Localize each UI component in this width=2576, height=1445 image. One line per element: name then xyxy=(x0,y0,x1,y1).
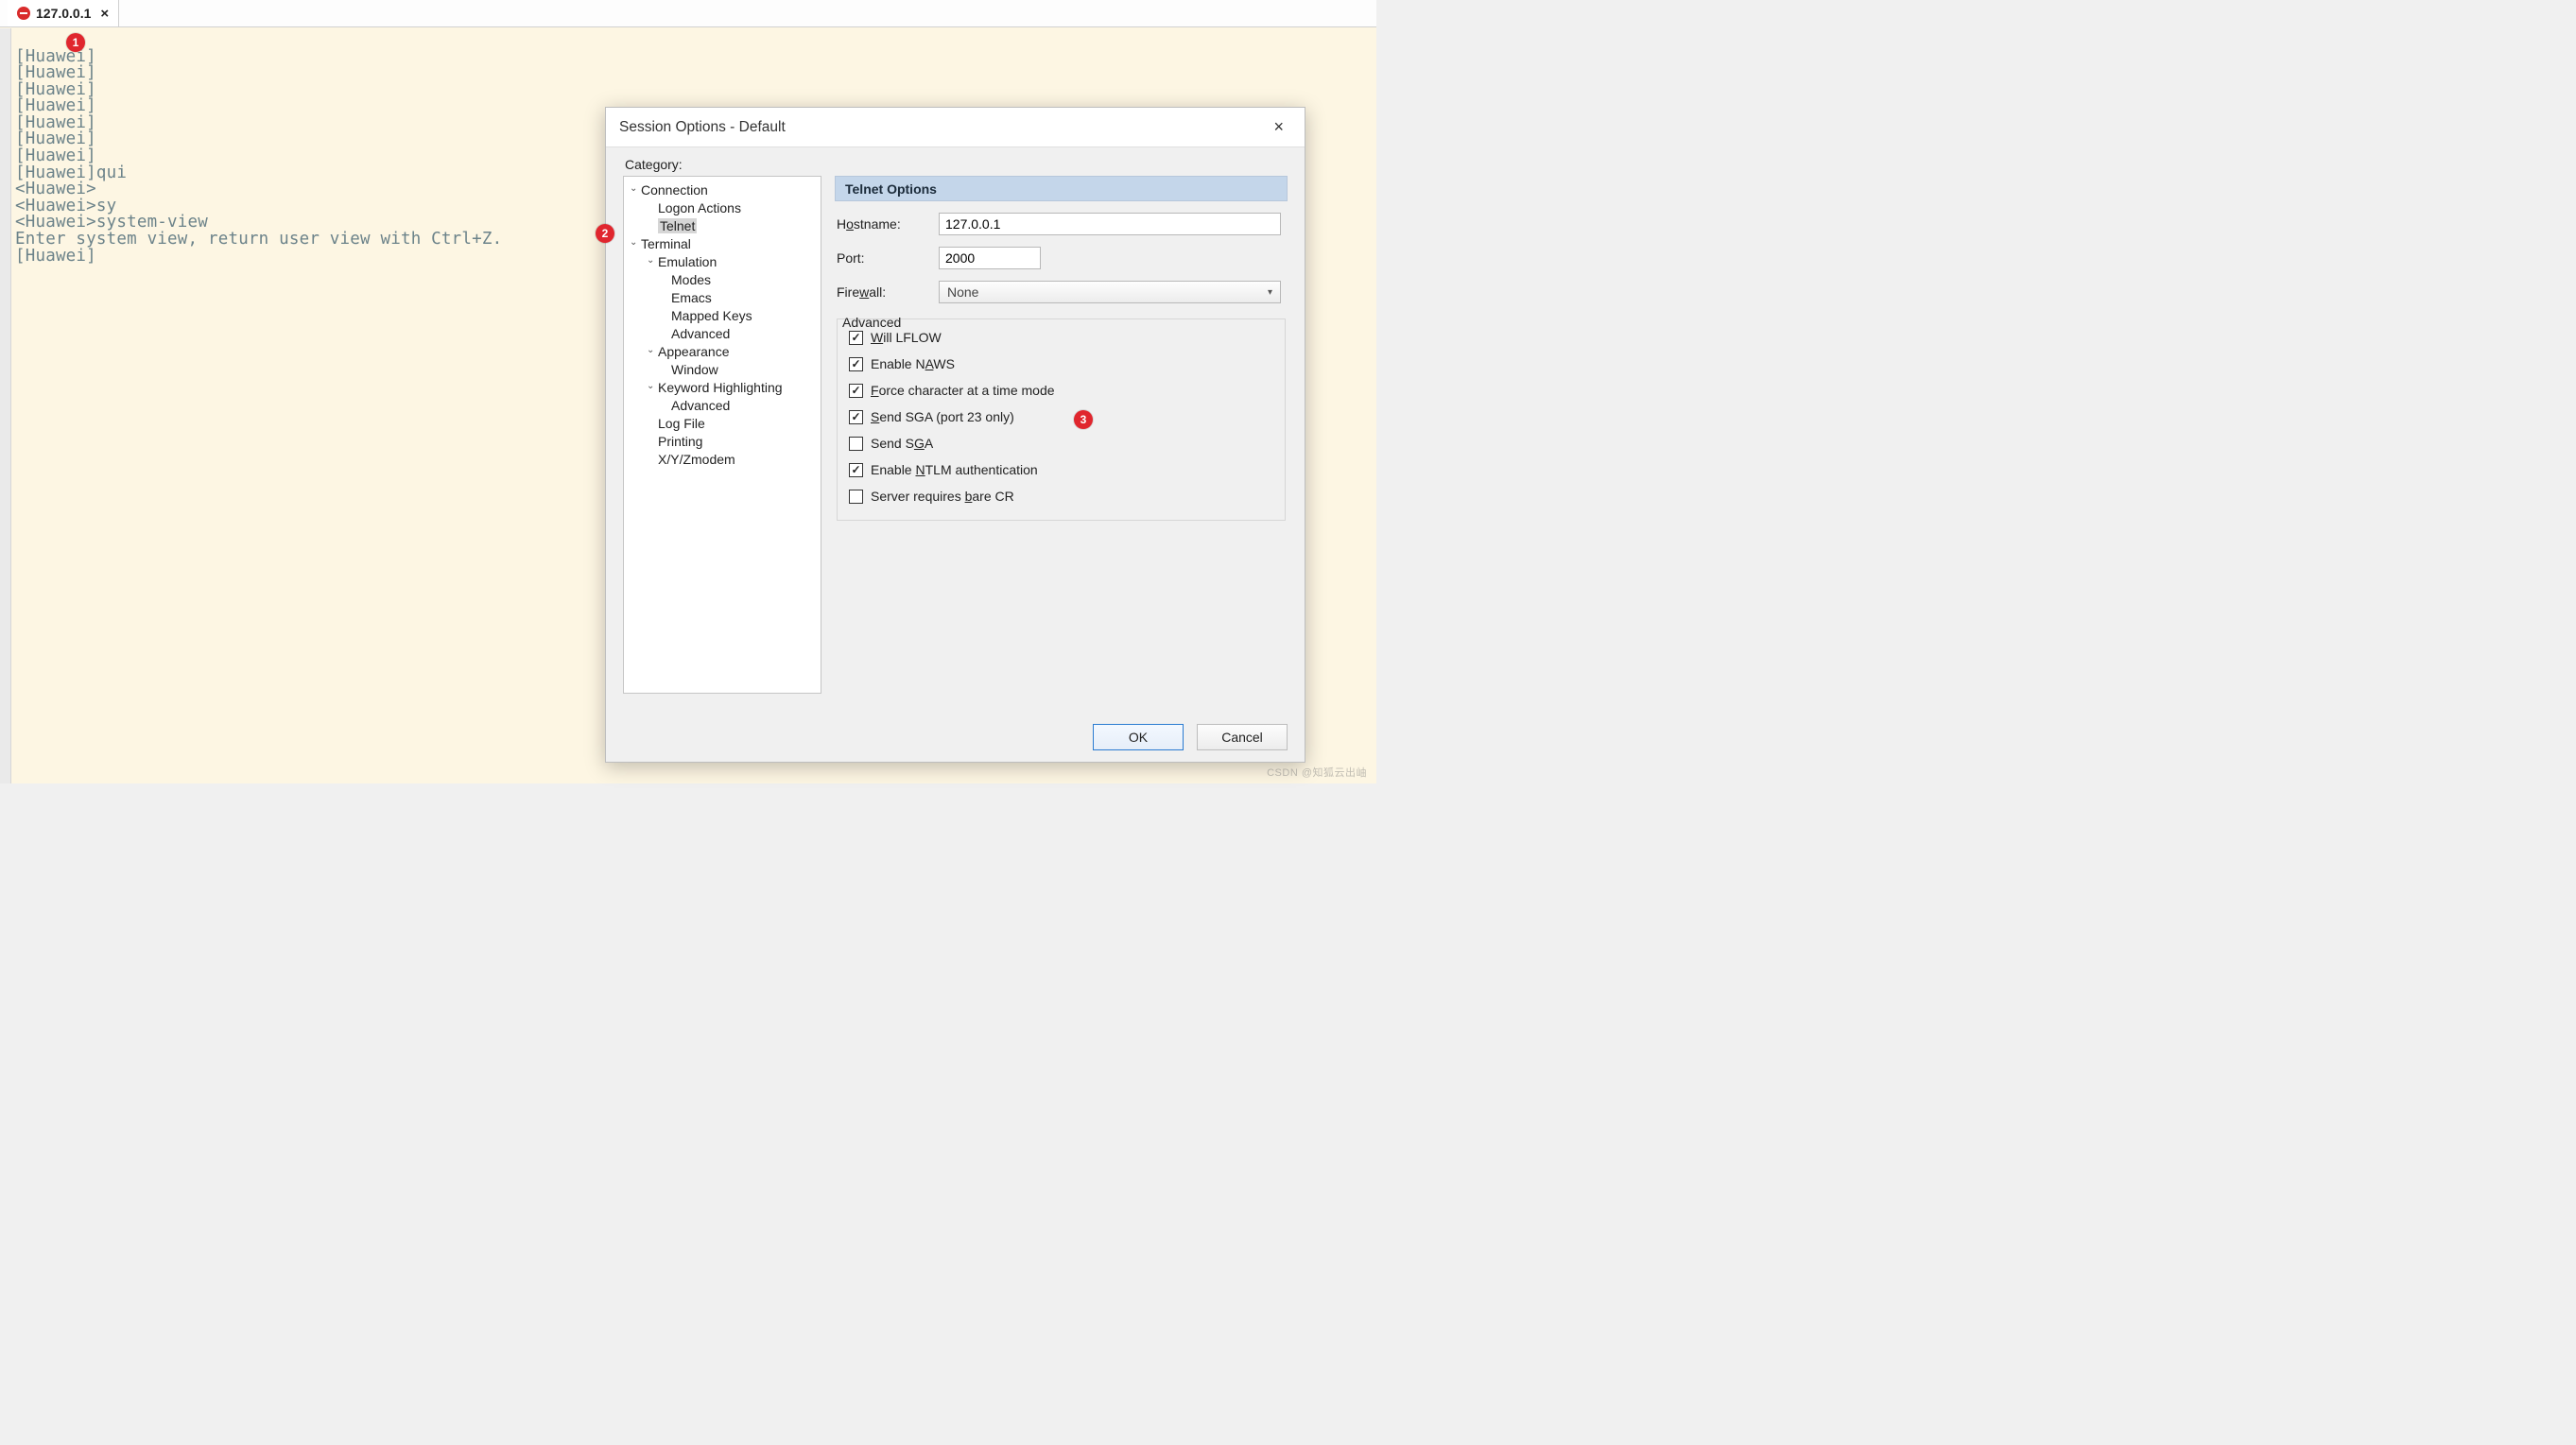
tree-item-telnet[interactable]: Telnet xyxy=(624,216,821,234)
checkbox-input-force_char[interactable] xyxy=(849,384,863,398)
chevron-down-icon: ⌄ xyxy=(630,237,641,248)
chevron-down-icon: ⌄ xyxy=(647,381,658,391)
checkbox-enable_ntlm: Enable NTLM authentication xyxy=(849,461,1273,478)
checkbox-send_sga23: Send SGA (port 23 only) xyxy=(849,408,1273,425)
chevron-down-icon: ▾ xyxy=(1268,287,1272,298)
options-panel: Telnet Options Hostname: Port: Firewall: xyxy=(835,176,1288,713)
checkbox-label-enable_ntlm: Enable NTLM authentication xyxy=(871,462,1038,477)
tree-item-emacs[interactable]: Emacs xyxy=(624,288,821,306)
tree-item-connection[interactable]: ⌄Connection xyxy=(624,181,821,198)
checkbox-label-send_sga: Send SGA xyxy=(871,436,933,451)
tree-item-keyword-highlighting[interactable]: ⌄Keyword Highlighting xyxy=(624,378,821,396)
checkbox-input-enable_naws[interactable] xyxy=(849,357,863,371)
dialog-footer: OK Cancel xyxy=(606,713,1305,762)
panel-header: Telnet Options xyxy=(835,176,1288,201)
firewall-select[interactable]: None ▾ xyxy=(939,281,1281,303)
tree-item-log-file[interactable]: Log File xyxy=(624,414,821,432)
tree-item-emulation[interactable]: ⌄Emulation xyxy=(624,252,821,270)
firewall-row: Firewall: None ▾ xyxy=(837,281,1286,303)
checkbox-label-force_char: Force character at a time mode xyxy=(871,383,1055,398)
dialog-titlebar: Session Options - Default × xyxy=(606,108,1305,147)
tab-close-icon[interactable]: × xyxy=(100,6,109,22)
tree-item-label: Printing xyxy=(658,434,702,449)
checkbox-input-send_sga23[interactable] xyxy=(849,410,863,424)
tree-item-window[interactable]: Window xyxy=(624,360,821,378)
tree-item-label: Appearance xyxy=(658,344,730,359)
session-options-dialog: Session Options - Default × Category: ⌄C… xyxy=(605,107,1305,763)
checkbox-input-enable_ntlm[interactable] xyxy=(849,463,863,477)
tree-item-advanced[interactable]: Advanced xyxy=(624,324,821,342)
tree-item-terminal[interactable]: ⌄Terminal xyxy=(624,234,821,252)
checkbox-send_sga: Send SGA xyxy=(849,435,1273,452)
annotation-badge-2: 2 xyxy=(596,224,614,243)
tree-item-label: Window xyxy=(671,362,718,377)
ok-button[interactable]: OK xyxy=(1093,724,1184,750)
dialog-main: ⌄ConnectionLogon ActionsTelnet⌄Terminal⌄… xyxy=(623,176,1288,713)
terminal-gutter xyxy=(0,28,11,783)
tree-item-logon-actions[interactable]: Logon Actions xyxy=(624,198,821,216)
tree-item-x-y-zmodem[interactable]: X/Y/Zmodem xyxy=(624,450,821,468)
tree-item-label: Keyword Highlighting xyxy=(658,380,783,395)
tree-item-advanced[interactable]: Advanced xyxy=(624,396,821,414)
tree-item-label: Emacs xyxy=(671,290,712,305)
annotation-badge-3: 3 xyxy=(1074,410,1093,429)
tree-item-label: X/Y/Zmodem xyxy=(658,452,735,467)
checkbox-force_char: Force character at a time mode xyxy=(849,382,1273,399)
checkbox-will_lflow: Will LFLOW xyxy=(849,329,1273,346)
checkbox-bare_cr: Server requires bare CR xyxy=(849,488,1273,505)
checkbox-input-bare_cr[interactable] xyxy=(849,490,863,504)
tab-strip: 127.0.0.1 × xyxy=(0,0,1376,27)
dialog-body: Category: ⌄ConnectionLogon ActionsTelnet… xyxy=(606,147,1305,713)
session-tab[interactable]: 127.0.0.1 × xyxy=(8,0,119,26)
chevron-down-icon: ⌄ xyxy=(647,345,658,355)
checkbox-input-will_lflow[interactable] xyxy=(849,331,863,345)
hostname-label: Hostname: xyxy=(837,216,939,232)
category-label: Category: xyxy=(623,157,1288,172)
tree-item-modes[interactable]: Modes xyxy=(624,270,821,288)
tree-item-label: Logon Actions xyxy=(658,200,741,215)
hostname-input[interactable] xyxy=(939,213,1281,235)
checkbox-label-enable_naws: Enable NAWS xyxy=(871,356,955,371)
port-input[interactable] xyxy=(939,247,1041,269)
dialog-title: Session Options - Default xyxy=(619,119,786,136)
tab-title: 127.0.0.1 xyxy=(36,6,91,21)
app-window: 127.0.0.1 × [Huawei] [Huawei] [Huawei] [… xyxy=(0,0,1376,783)
category-tree[interactable]: ⌄ConnectionLogon ActionsTelnet⌄Terminal⌄… xyxy=(623,176,821,694)
close-icon[interactable]: × xyxy=(1266,113,1291,141)
port-label: Port: xyxy=(837,250,939,266)
advanced-group: Will LFLOW Enable NAWS Force character at … xyxy=(837,318,1286,521)
telnet-form: Hostname: Port: Firewall: None ▾ xyxy=(835,201,1288,521)
tree-item-label: Modes xyxy=(671,272,711,287)
watermark: CSDN @知狐云出岫 xyxy=(1267,765,1367,780)
chevron-down-icon: ⌄ xyxy=(630,183,641,194)
hostname-row: Hostname: xyxy=(837,213,1286,235)
tree-item-label: Emulation xyxy=(658,254,717,269)
checkbox-label-bare_cr: Server requires bare CR xyxy=(871,489,1014,504)
checkbox-enable_naws: Enable NAWS xyxy=(849,355,1273,372)
port-row: Port: xyxy=(837,247,1286,269)
cancel-button[interactable]: Cancel xyxy=(1197,724,1288,750)
tree-item-label: Connection xyxy=(641,182,708,198)
tree-item-label: Advanced xyxy=(671,326,730,341)
checkbox-input-send_sga[interactable] xyxy=(849,437,863,451)
tree-item-label: Log File xyxy=(658,416,705,431)
tree-item-printing[interactable]: Printing xyxy=(624,432,821,450)
chevron-down-icon: ⌄ xyxy=(647,255,658,266)
tree-item-label: Advanced xyxy=(671,398,730,413)
tree-item-label: Terminal xyxy=(641,236,691,251)
checkbox-label-send_sga23: Send SGA (port 23 only) xyxy=(871,409,1014,424)
annotation-badge-1: 1 xyxy=(66,33,85,52)
tree-item-label: Telnet xyxy=(658,218,697,233)
tree-item-appearance[interactable]: ⌄Appearance xyxy=(624,342,821,360)
disconnect-icon xyxy=(17,7,30,20)
tree-item-label: Mapped Keys xyxy=(671,308,752,323)
tree-item-mapped-keys[interactable]: Mapped Keys xyxy=(624,306,821,324)
checkbox-label-will_lflow: Will LFLOW xyxy=(871,330,942,345)
firewall-value: None xyxy=(947,284,978,300)
firewall-label: Firewall: xyxy=(837,284,939,300)
